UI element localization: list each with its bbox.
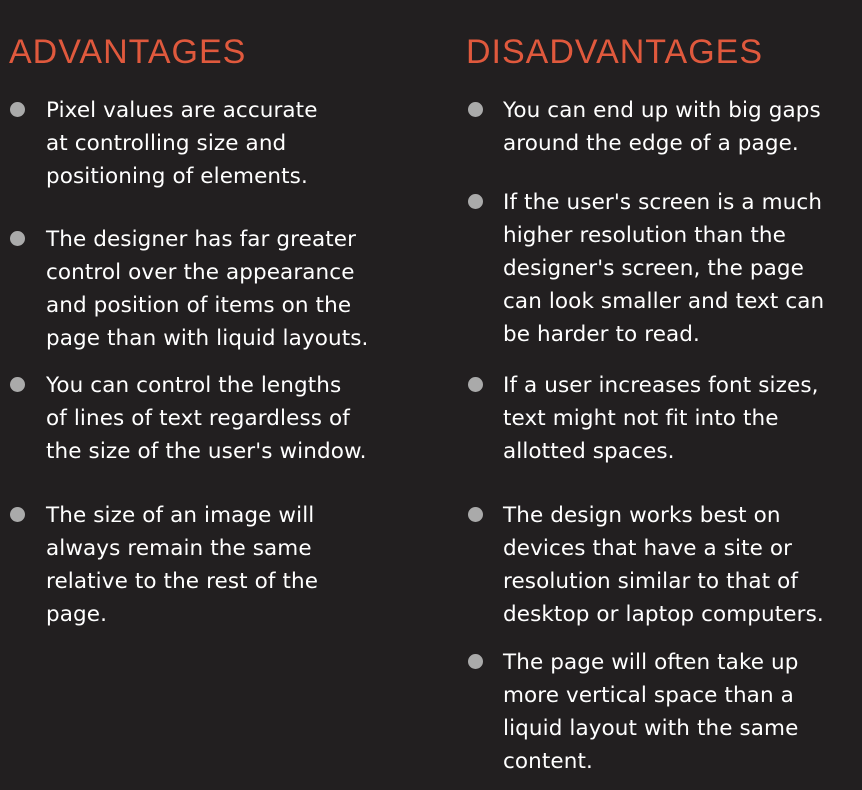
disadvantage-text: If a user increases font sizes, text mig…: [503, 373, 819, 464]
advantage-text: The size of an image will always remain …: [46, 503, 319, 627]
bullet-icon: [468, 102, 483, 117]
bullet-icon: [10, 231, 25, 246]
disadvantage-text: If the user's screen is a much higher re…: [503, 190, 825, 347]
advantages-heading: ADVANTAGES: [9, 33, 247, 71]
bullet-icon: [468, 194, 483, 209]
disadvantage-text: The page will often take up more vertica…: [503, 650, 799, 774]
advantage-text: You can control the lengths of lines of …: [46, 373, 367, 464]
advantage-text: The designer has far greater control ove…: [46, 227, 369, 351]
bullet-icon: [10, 102, 25, 117]
bullet-icon: [468, 654, 483, 669]
bullet-icon: [468, 507, 483, 522]
disadvantage-text: The design works best on devices that ha…: [503, 503, 824, 627]
bullet-icon: [10, 377, 25, 392]
bullet-icon: [468, 377, 483, 392]
disadvantage-text: You can end up with big gaps around the …: [503, 98, 821, 156]
advantage-text: Pixel values are accurate at controlling…: [46, 98, 318, 189]
disadvantages-heading: DISADVANTAGES: [466, 33, 764, 71]
bullet-icon: [10, 507, 25, 522]
